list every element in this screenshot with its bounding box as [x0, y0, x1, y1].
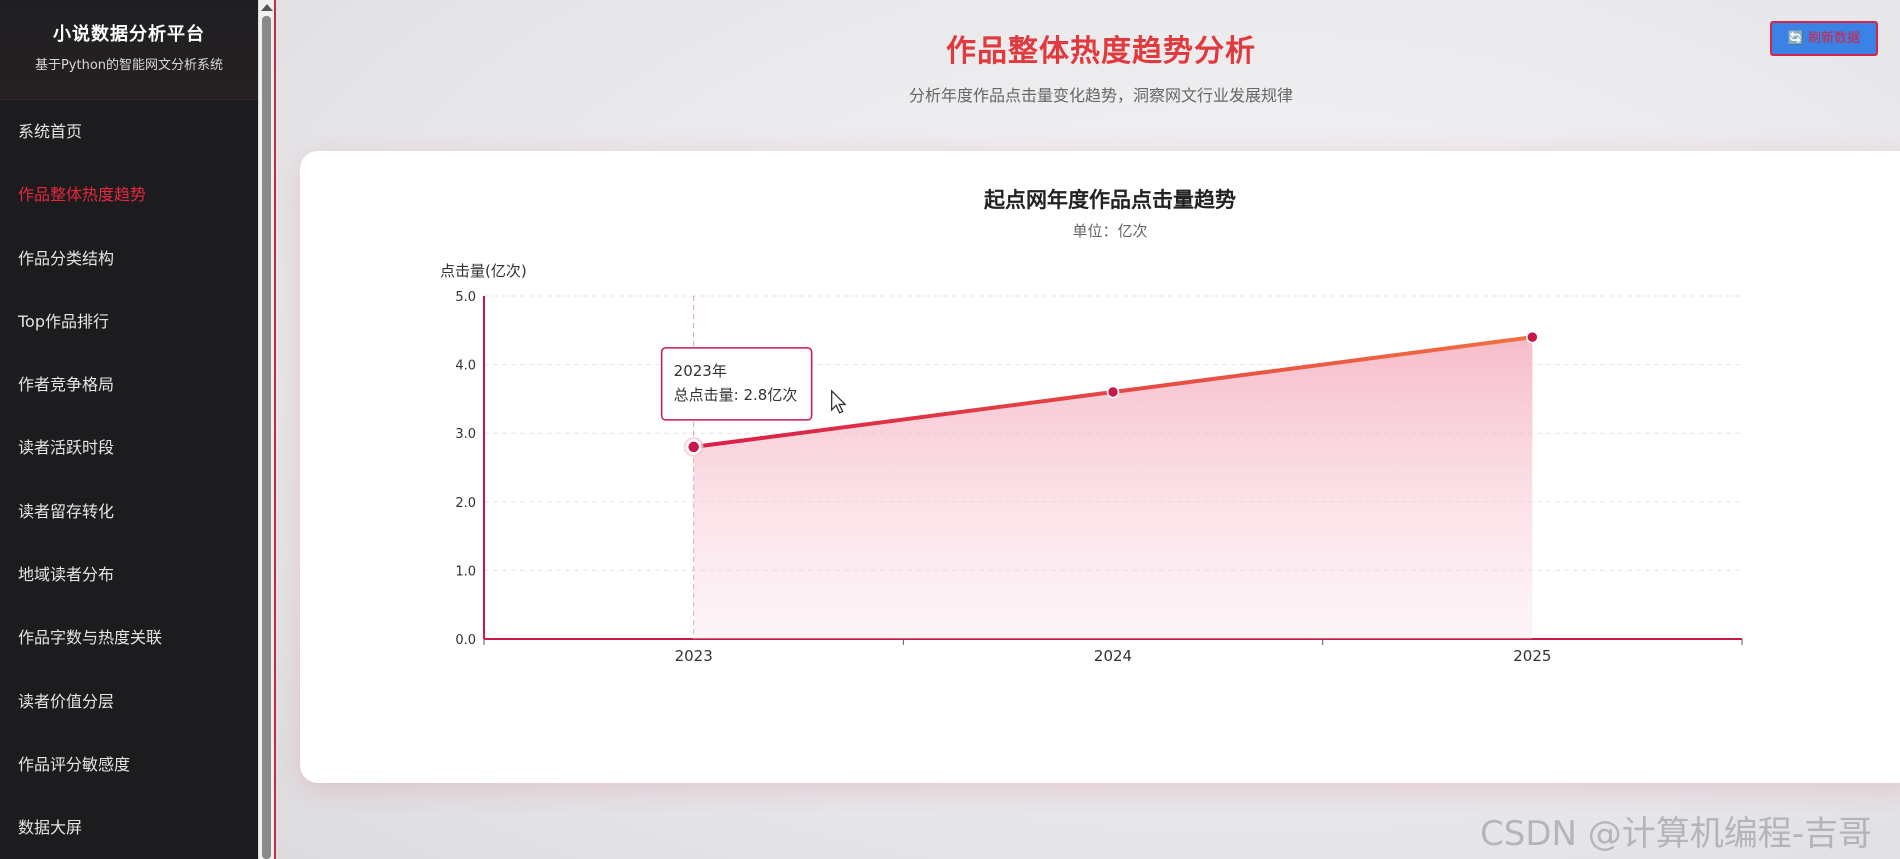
scroll-thumb[interactable] — [262, 16, 271, 859]
data-point — [685, 439, 702, 455]
x-tick-label: 2025 — [1513, 647, 1551, 665]
y-tick-label: 1.0 — [455, 564, 476, 579]
y-tick-label: 4.0 — [455, 359, 476, 374]
sidebar-item-reader-retention[interactable]: 读者留存转化 — [0, 480, 258, 543]
chart-card: 起点网年度作品点击量趋势单位：亿次点击量(亿次) 0.0 1.0 2.0 3.0 4.0 5… — [300, 151, 1900, 783]
app-title: 小说数据分析平台 — [53, 24, 205, 45]
sidebar-item-reader-active-time[interactable]: 读者活跃时段 — [0, 416, 258, 479]
y-tick-label: 3.0 — [455, 427, 476, 442]
mouse-cursor-icon — [831, 389, 847, 414]
chart-title: 起点网年度作品点击量趋势 — [983, 188, 1236, 212]
series-area — [693, 337, 1533, 639]
tooltip-text: 总点击量: 2.8亿次 — [674, 386, 798, 404]
chart-subtitle: 单位：亿次 — [1072, 222, 1147, 240]
sidebar-item-reader-value[interactable]: 读者价值分层 — [0, 670, 258, 733]
page-title: 作品整体热度趋势分析 — [946, 34, 1256, 69]
watermark: CSDN @计算机编程-吉哥 — [1480, 814, 1873, 854]
y-tick-label: 5.0 — [455, 290, 476, 305]
y-tick-label: 2.0 — [455, 496, 476, 511]
trend-chart: 起点网年度作品点击量趋势单位：亿次点击量(亿次) 0.0 1.0 2.0 3.0 4.0 5… — [440, 188, 1743, 665]
app-subtitle: 基于Python的智能网文分析系统 — [34, 58, 224, 73]
scroll-up-arrow-icon[interactable] — [261, 4, 273, 11]
data-point — [1106, 385, 1120, 399]
sidebar-scrollbar[interactable] — [258, 0, 274, 859]
main-content: 作品整体热度趋势分析 分析年度作品点击量变化趋势，洞察网文行业发展规律 🔄 刷新… — [276, 0, 1900, 859]
y-axis-label: 点击量(亿次) — [440, 262, 527, 280]
brand: 小说数据分析平台 基于Python的智能网文分析系统 — [0, 0, 258, 100]
y-tick-label: 0.0 — [455, 633, 476, 648]
sidebar-item-top-ranking[interactable]: Top作品排行 — [0, 290, 258, 353]
sidebar-item-rating-sensitivity[interactable]: 作品评分敏感度 — [0, 733, 258, 796]
refresh-button[interactable]: 🔄 刷新数据 — [1770, 21, 1878, 56]
page-subtitle: 分析年度作品点击量变化趋势，洞察网文行业发展规律 — [908, 86, 1293, 105]
x-tick-label: 2023 — [675, 647, 713, 665]
sidebar-item-region-distribution[interactable]: 地域读者分布 — [0, 543, 258, 606]
data-point — [1526, 330, 1539, 344]
sidebar-item-home[interactable]: 系统首页 — [0, 100, 258, 163]
tooltip-title: 2023年 — [674, 362, 727, 380]
sidebar-item-wordcount-correlation[interactable]: 作品字数与热度关联 — [0, 606, 258, 669]
x-tick-label: 2024 — [1094, 647, 1132, 665]
sidebar-nav: 系统首页 作品整体热度趋势 作品分类结构 Top作品排行 作者竞争格局 读者活跃… — [0, 100, 258, 859]
tooltip-box — [660, 347, 813, 421]
sidebar-item-author-competition[interactable]: 作者竞争格局 — [0, 353, 258, 416]
sidebar-item-popularity-trend[interactable]: 作品整体热度趋势 — [0, 163, 258, 226]
sidebar-item-category-structure[interactable]: 作品分类结构 — [0, 227, 258, 290]
sidebar-item-dashboard[interactable]: 数据大屏 — [0, 796, 258, 859]
sidebar: 小说数据分析平台 基于Python的智能网文分析系统 系统首页 作品整体热度趋势… — [0, 0, 258, 859]
